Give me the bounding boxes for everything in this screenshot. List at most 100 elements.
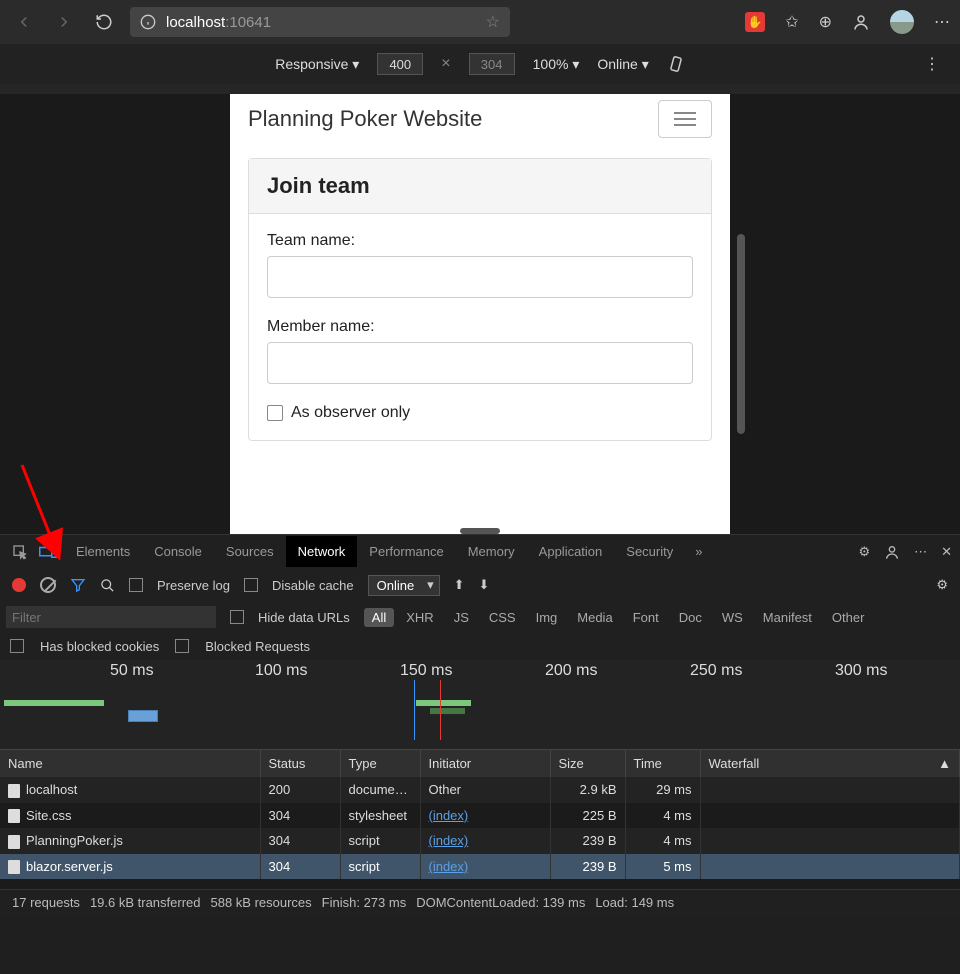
filter-css[interactable]: CSS xyxy=(481,608,524,627)
hide-data-label: Hide data URLs xyxy=(258,610,350,625)
blocked-cookies-checkbox[interactable] xyxy=(10,639,24,653)
throttle-select[interactable]: Online ▾ xyxy=(597,56,648,73)
resize-handle[interactable] xyxy=(460,528,500,534)
tick-label: 50 ms xyxy=(110,662,154,680)
status-requests: 17 requests xyxy=(12,895,80,910)
rotate-icon[interactable] xyxy=(667,55,685,73)
favorite-icon[interactable]: ☆ xyxy=(486,12,500,32)
tick-label: 200 ms xyxy=(545,662,597,680)
url-host: localhost xyxy=(166,14,225,31)
tick-label: 100 ms xyxy=(255,662,307,680)
observer-checkbox[interactable] xyxy=(267,405,283,421)
filter-other[interactable]: Other xyxy=(824,608,873,627)
viewport-scrollbar[interactable] xyxy=(737,234,745,434)
forward-button[interactable] xyxy=(50,8,78,36)
member-name-label: Member name: xyxy=(267,318,693,336)
tab-security[interactable]: Security xyxy=(614,536,685,567)
tab-console[interactable]: Console xyxy=(142,536,214,567)
timeline-overview[interactable]: 50 ms100 ms150 ms200 ms250 ms300 ms xyxy=(0,660,960,750)
close-devtools-icon[interactable]: ✕ xyxy=(941,544,952,560)
filter-js[interactable]: JS xyxy=(446,608,477,627)
zoom-select[interactable]: 100% ▾ xyxy=(533,56,580,73)
viewport-height-input[interactable] xyxy=(469,53,515,75)
ruler xyxy=(0,84,960,94)
team-name-input[interactable] xyxy=(267,256,693,298)
member-name-input[interactable] xyxy=(267,342,693,384)
collections-icon[interactable]: ⊕ xyxy=(819,12,832,32)
observer-label: As observer only xyxy=(291,404,410,422)
col-type[interactable]: Type xyxy=(340,750,420,777)
filter-all[interactable]: All xyxy=(364,608,394,627)
record-button[interactable] xyxy=(12,578,26,592)
preserve-log-checkbox[interactable] xyxy=(129,578,143,592)
more-tabs-icon[interactable]: » xyxy=(689,544,708,559)
filter-doc[interactable]: Doc xyxy=(671,608,710,627)
tab-application[interactable]: Application xyxy=(527,536,615,567)
device-menu-icon[interactable]: ⋮ xyxy=(924,54,940,74)
network-table: NameStatusTypeInitiatorSizeTimeWaterfall… xyxy=(0,750,960,879)
filter-bar: Hide data URLs AllXHR JSCSSImgMedia FontDo… xyxy=(0,602,960,632)
status-resources: 588 kB resources xyxy=(211,895,312,910)
blocked-requests-checkbox[interactable] xyxy=(175,639,189,653)
viewport-width-input[interactable] xyxy=(377,53,423,75)
filter-ws[interactable]: WS xyxy=(714,608,751,627)
favorites-icon[interactable]: ✩ xyxy=(785,12,798,32)
device-toolbar: Responsive ▾ × 100% ▾ Online ▾ ⋮ xyxy=(0,44,960,84)
tab-memory[interactable]: Memory xyxy=(456,536,527,567)
disable-cache-checkbox[interactable] xyxy=(244,578,258,592)
tab-network[interactable]: Network xyxy=(286,536,358,567)
adblock-icon[interactable]: ✋ xyxy=(745,12,765,32)
devtools-more-icon[interactable]: ⋯ xyxy=(914,544,927,560)
more-icon[interactable]: ⋯ xyxy=(934,12,950,32)
upload-icon[interactable]: ⬆ xyxy=(454,577,465,593)
tab-elements[interactable]: Elements xyxy=(64,536,142,567)
url-port: :10641 xyxy=(225,14,271,31)
clear-button[interactable] xyxy=(40,577,56,593)
refresh-button[interactable] xyxy=(90,8,118,36)
tab-performance[interactable]: Performance xyxy=(357,536,455,567)
col-name[interactable]: Name xyxy=(0,750,260,777)
table-row[interactable]: Site.css304stylesheet(index)225 B4 ms xyxy=(0,803,960,829)
col-waterfall[interactable]: Waterfall▲ xyxy=(700,750,960,777)
address-bar[interactable]: localhost:10641 ☆ xyxy=(130,7,510,37)
network-settings-icon[interactable]: ⚙ xyxy=(936,577,948,593)
blocked-requests-label: Blocked Requests xyxy=(205,639,310,654)
tab-sources[interactable]: Sources xyxy=(214,536,286,567)
col-size[interactable]: Size xyxy=(550,750,625,777)
col-time[interactable]: Time xyxy=(625,750,700,777)
card-title: Join team xyxy=(249,159,711,214)
table-row[interactable]: blazor.server.js304script(index)239 B5 m… xyxy=(0,854,960,880)
filter-toggle-icon[interactable] xyxy=(70,577,86,593)
settings-icon[interactable]: ⚙ xyxy=(858,544,870,560)
toolbar-actions: ✋ ✩ ⊕ ⋯ xyxy=(745,10,950,34)
table-row[interactable]: PlanningPoker.js304script(index)239 B4 m… xyxy=(0,828,960,854)
inspect-icon[interactable] xyxy=(8,540,32,564)
throttle-select-net[interactable]: Online xyxy=(368,575,440,596)
tick-label: 300 ms xyxy=(835,662,887,680)
filter-manifest[interactable]: Manifest xyxy=(755,608,820,627)
feedback-icon[interactable] xyxy=(884,544,900,560)
profile-icon[interactable] xyxy=(852,13,870,31)
filter-media[interactable]: Media xyxy=(569,608,620,627)
back-button[interactable] xyxy=(10,8,38,36)
filter-font[interactable]: Font xyxy=(625,608,667,627)
avatar[interactable] xyxy=(890,10,914,34)
tick-label: 150 ms xyxy=(400,662,452,680)
browser-toolbar: localhost:10641 ☆ ✋ ✩ ⊕ ⋯ xyxy=(0,0,960,44)
hide-data-checkbox[interactable] xyxy=(230,610,244,624)
search-icon[interactable] xyxy=(100,578,115,593)
col-status[interactable]: Status xyxy=(260,750,340,777)
download-icon[interactable]: ⬇ xyxy=(479,577,490,593)
network-toolbar: Preserve log Disable cache Online ▾ ⬆ ⬇ … xyxy=(0,568,960,602)
hamburger-button[interactable] xyxy=(658,100,712,138)
device-mode-select[interactable]: Responsive ▾ xyxy=(275,56,359,73)
filter-xhr[interactable]: XHR xyxy=(398,608,441,627)
col-initiator[interactable]: Initiator xyxy=(420,750,550,777)
device-toggle-icon[interactable] xyxy=(36,540,60,564)
status-finish: Finish: 273 ms xyxy=(322,895,407,910)
filter-input[interactable] xyxy=(6,606,216,628)
dimension-separator: × xyxy=(441,55,450,73)
filter-img[interactable]: Img xyxy=(528,608,566,627)
table-row[interactable]: localhost200docume…Other2.9 kB29 ms xyxy=(0,777,960,803)
disable-cache-label: Disable cache xyxy=(272,578,354,593)
